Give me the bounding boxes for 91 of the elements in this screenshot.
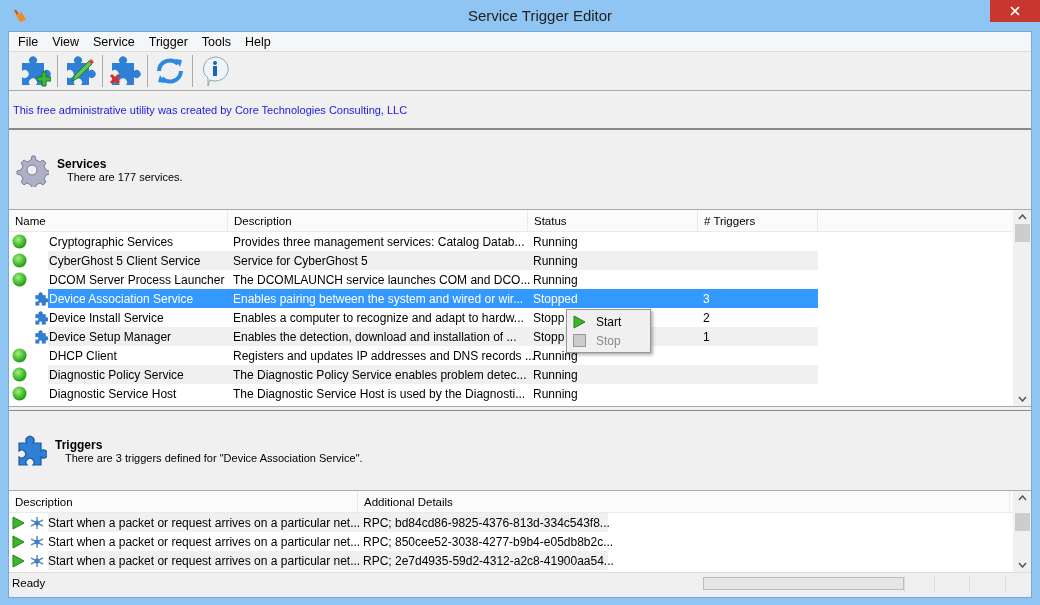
status-dot-icon bbox=[12, 386, 27, 401]
service-name: CyberGhost 5 Client Service bbox=[49, 253, 201, 268]
scroll-up-icon[interactable] bbox=[1017, 214, 1027, 220]
network-icon bbox=[29, 534, 45, 549]
service-name: Diagnostic Policy Service bbox=[49, 367, 184, 382]
network-icon bbox=[29, 515, 45, 530]
status-text: Ready bbox=[11, 577, 47, 589]
service-name: Device Association Service bbox=[49, 291, 194, 306]
section-title: Triggers bbox=[55, 437, 104, 452]
menu-item[interactable]: Trigger bbox=[141, 34, 195, 49]
play-icon bbox=[12, 534, 25, 549]
table-cell: Enables a computer to recognize and adapt to hardw... bbox=[233, 310, 524, 325]
column-header[interactable]: # Triggers bbox=[698, 210, 818, 231]
table-cell: Start when a packet or request arrives on a particular net... bbox=[48, 515, 361, 530]
service-name: Diagnostic Service Host bbox=[49, 386, 177, 401]
section-subtitle: There are 3 triggers defined for "Device Association Service". bbox=[65, 451, 363, 464]
table-cell: Running bbox=[533, 234, 578, 249]
table-cell: Running bbox=[533, 386, 578, 401]
service-name: DHCP Client bbox=[49, 348, 117, 363]
play-icon bbox=[12, 515, 25, 530]
table-cell: Registers and updates IP addresses and DNS records ... bbox=[233, 348, 535, 363]
scroll-thumb[interactable] bbox=[1014, 512, 1030, 531]
status-dot-icon bbox=[12, 348, 27, 363]
table-row[interactable]: CyberGhost 5 Client Service Service for CyberGhost 5 Running bbox=[48, 251, 818, 270]
table-cell: Running bbox=[533, 272, 578, 287]
column-header[interactable]: Description bbox=[228, 210, 528, 231]
column-header[interactable]: Additional Details bbox=[358, 491, 1010, 512]
table-cell: Enables pairing between the system and wired or wir... bbox=[233, 291, 524, 306]
menu-item[interactable]: File bbox=[11, 34, 46, 49]
table-row[interactable]: Start when a packet or request arrives on a particular net... RPC; bd84cd86-9825-4376-813d-334c543f8... bbox=[48, 513, 608, 532]
app-icon bbox=[12, 7, 28, 24]
table-cell: Running bbox=[533, 348, 578, 363]
section-title: Services bbox=[57, 156, 108, 171]
play-icon bbox=[573, 314, 586, 329]
puzzle-icon bbox=[34, 291, 48, 306]
table-cell: 3 bbox=[703, 291, 710, 306]
status-dot-icon bbox=[12, 272, 27, 287]
stop-icon bbox=[573, 334, 586, 347]
status-dot-icon bbox=[12, 234, 27, 249]
table-cell: Running bbox=[533, 253, 578, 268]
table-row[interactable]: Diagnostic Policy Service The Diagnostic Policy Service enables problem detec... Running bbox=[48, 365, 818, 384]
scroll-up-icon[interactable] bbox=[1017, 495, 1027, 501]
menu-item[interactable]: Service bbox=[86, 34, 142, 49]
service-name: Device Install Service bbox=[49, 310, 164, 325]
column-header[interactable]: Name bbox=[9, 210, 228, 231]
table-cell: Running bbox=[533, 367, 578, 382]
close-button[interactable] bbox=[990, 0, 1040, 22]
gear-icon bbox=[15, 152, 49, 187]
table-cell: Enables the detection, download and installation of ... bbox=[233, 329, 517, 344]
column-header[interactable]: Description bbox=[9, 491, 358, 512]
section-subtitle: There are 177 services. bbox=[66, 170, 183, 183]
table-cell: Start when a packet or request arrives on a particular net... bbox=[48, 534, 361, 549]
window-title: Service Trigger Editor bbox=[466, 7, 613, 24]
refresh-icon bbox=[154, 55, 186, 87]
table-cell: Service for CyberGhost 5 bbox=[233, 253, 368, 268]
column-header[interactable]: Status bbox=[528, 210, 698, 231]
table-cell: RPC; 2e7d4935-59d2-4312-a2c8-41900aa54... bbox=[363, 553, 614, 568]
network-icon bbox=[29, 553, 45, 568]
menu-item[interactable]: View bbox=[45, 34, 87, 49]
status-dot-icon bbox=[12, 253, 27, 268]
table-cell: Stopp bbox=[533, 310, 565, 325]
puzzle-icon bbox=[15, 434, 47, 467]
service-name: DCOM Server Process Launcher bbox=[49, 272, 225, 287]
table-cell: Stopped bbox=[533, 291, 578, 306]
scrollbar[interactable] bbox=[1013, 210, 1031, 406]
table-cell: Provides three management services: Catalog Datab... bbox=[233, 234, 525, 249]
service-name: Cryptographic Services bbox=[49, 234, 174, 249]
status-dot-icon bbox=[12, 367, 27, 382]
close-icon bbox=[1010, 6, 1020, 16]
table-cell: 1 bbox=[703, 329, 710, 344]
service-name: Device Setup Manager bbox=[49, 329, 172, 344]
scroll-thumb[interactable] bbox=[1014, 224, 1030, 242]
puzzle-icon bbox=[34, 310, 48, 325]
table-cell: Stopp bbox=[533, 329, 565, 344]
play-icon bbox=[12, 553, 25, 568]
puzzle-icon bbox=[34, 329, 48, 344]
menu-item[interactable]: Help bbox=[238, 34, 278, 49]
table-cell: Start when a packet or request arrives on a particular net... bbox=[48, 553, 361, 568]
puzzle-pencil-icon bbox=[64, 55, 96, 87]
scroll-down-icon[interactable] bbox=[1017, 396, 1027, 402]
puzzle-add-icon bbox=[19, 55, 51, 87]
scroll-down-icon[interactable] bbox=[1017, 562, 1027, 568]
table-cell: RPC; 850cee52-3038-4277-b9b4-e05db8b2c... bbox=[363, 534, 614, 549]
menu-item[interactable]: Tools bbox=[194, 34, 239, 49]
table-cell: The DCOMLAUNCH service launches COM and DCO... bbox=[233, 272, 531, 287]
puzzle-delete-icon bbox=[109, 55, 141, 87]
table-cell: The Diagnostic Service Host is used by the Diagnosti... bbox=[233, 386, 526, 401]
table-cell: 2 bbox=[703, 310, 710, 325]
table-cell: The Diagnostic Policy Service enables problem detec... bbox=[233, 367, 527, 382]
table-cell: RPC; bd84cd86-9825-4376-813d-334c543f8... bbox=[363, 515, 610, 530]
scrollbar[interactable] bbox=[1013, 491, 1031, 572]
